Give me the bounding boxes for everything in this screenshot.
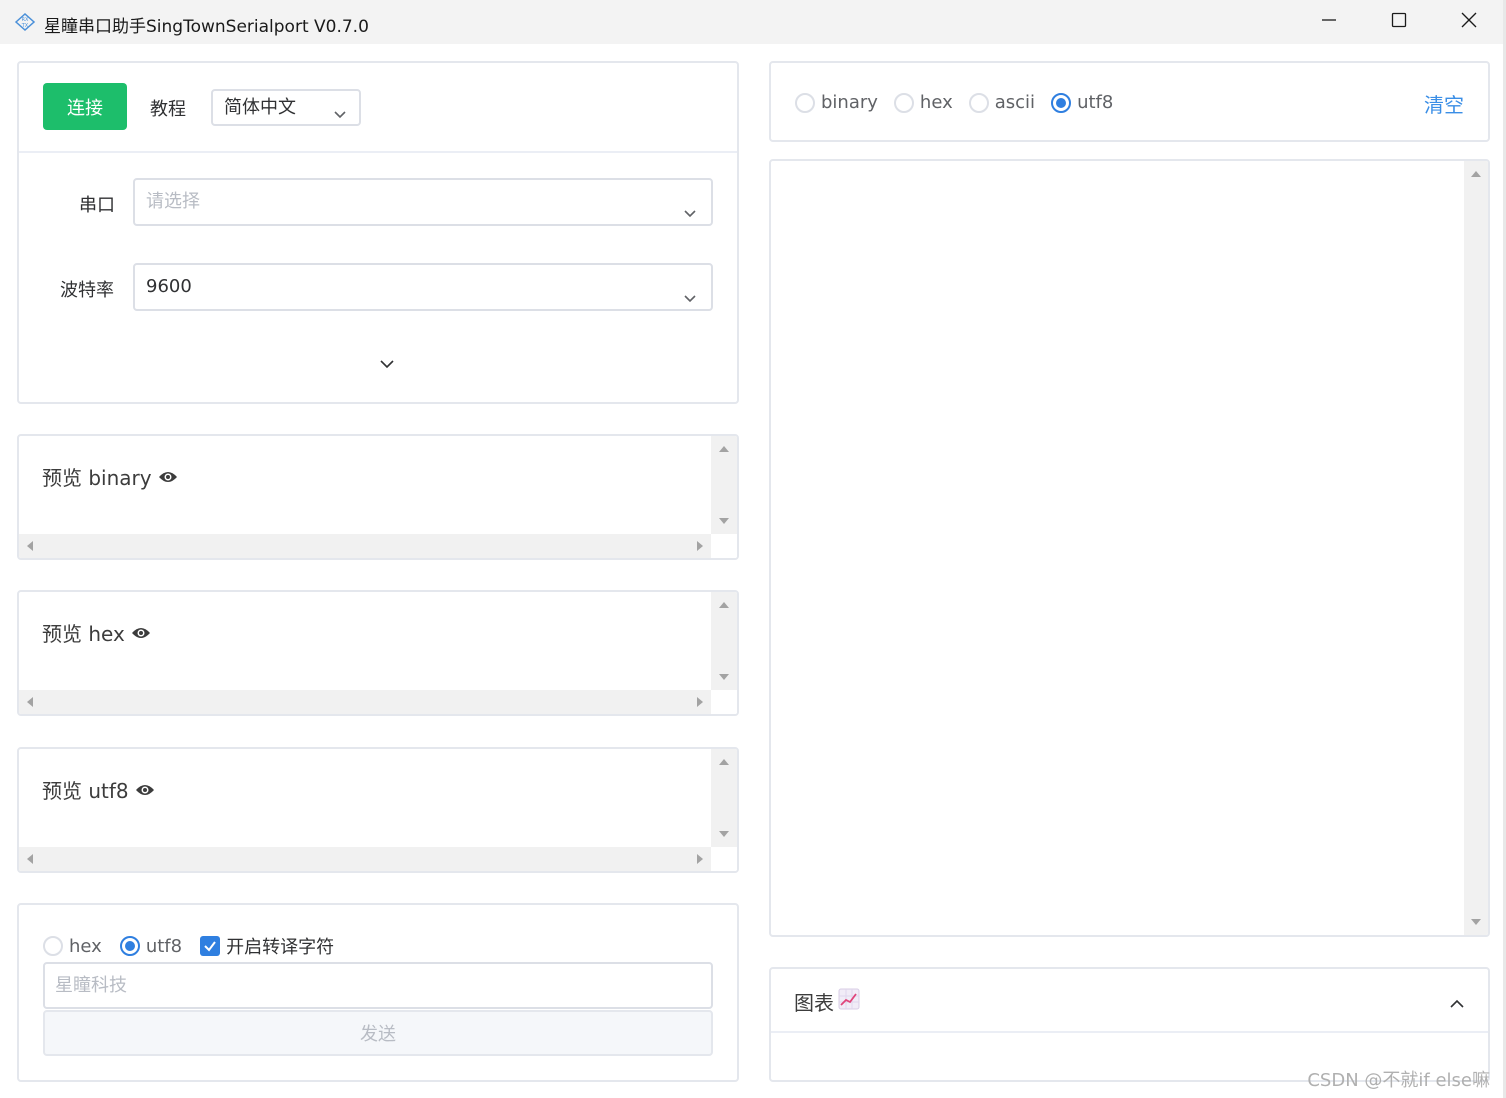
chart-panel: 图表 [769,967,1490,1082]
window-title: 星瞳串口助手SingTownSerialport V0.7.0 [44,17,369,37]
chevron-down-icon [683,194,697,238]
format-radio-hex[interactable]: hex [893,92,953,113]
minimize-button[interactable] [1294,0,1364,44]
radio-unchecked-icon [893,92,914,113]
preview-hex-panel: 预览 hex [17,590,739,716]
preview-binary-panel: 预览 binary [17,434,739,560]
format-radio-binary[interactable]: binary [795,92,878,113]
radio-unchecked-icon [795,92,815,113]
escape-chars-label: 开启转译字符 [226,937,335,958]
close-icon [1461,12,1477,32]
format-radio-utf8[interactable]: utf8 [1051,92,1113,113]
preview-hex-title: 预览 hex [42,618,151,647]
rx-tx-icon: RX TX [14,12,36,32]
port-select[interactable]: 请选择 [133,178,713,226]
scroll-down-icon[interactable] [719,518,729,524]
escape-chars-checkbox[interactable]: 开启转译字符 [200,933,334,959]
scroll-left-icon[interactable] [27,697,33,707]
expand-more-icon[interactable] [379,356,395,375]
send-radio-hex[interactable]: hex [43,936,102,957]
format-radio-utf8-label: utf8 [1077,92,1114,113]
chart-title: 图表 [794,987,860,1016]
language-select-value: 简体中文 [224,97,296,118]
svg-text:TX: TX [21,23,29,29]
scroll-up-icon[interactable] [719,759,729,765]
horizontal-scrollbar[interactable] [19,534,713,558]
radio-unchecked-icon [968,92,989,113]
maximize-button[interactable] [1364,0,1434,44]
send-options: hex utf8 开启转译字符 [43,933,334,959]
language-select[interactable]: 简体中文 [211,89,361,126]
chevron-up-icon [1450,995,1464,1014]
preview-hex-label: 预览 hex [42,622,125,646]
chart-collapse-header[interactable]: 图表 [771,969,1488,1033]
send-panel: hex utf8 开启转译字符 星瞳科技 发送 [17,903,739,1082]
connection-toolbar: 连接 教程 简体中文 [19,63,737,153]
clear-button[interactable]: 清空 [1424,89,1464,118]
format-radio-ascii[interactable]: ascii [968,92,1036,113]
close-button[interactable] [1434,0,1504,44]
scroll-up-icon[interactable] [719,446,729,452]
vertical-scrollbar[interactable] [711,749,737,847]
preview-binary-label: 预览 binary [42,466,152,490]
horizontal-scrollbar[interactable] [19,690,713,714]
checkbox-checked-icon [200,936,221,956]
preview-utf8-panel: 预览 utf8 [17,747,739,873]
scroll-down-icon[interactable] [719,831,729,837]
format-radio-hex-label: hex [919,92,953,113]
send-radio-utf8-label: utf8 [145,935,183,957]
scroll-down-icon[interactable] [719,674,729,680]
preview-utf8-title: 预览 utf8 [42,775,155,804]
vertical-scrollbar[interactable] [1464,161,1488,935]
scroll-left-icon[interactable] [27,541,33,551]
port-select-placeholder: 请选择 [146,191,200,212]
format-radio-ascii-label: ascii [994,92,1036,113]
minimize-icon [1321,12,1337,32]
watermark: CSDN @不就if else嘛 [1307,1070,1490,1091]
horizontal-scrollbar[interactable] [19,847,713,871]
vertical-scrollbar[interactable] [711,592,737,690]
title-bar: RX TX 星瞳串口助手SingTownSerialport V0.7.0 [0,0,1506,44]
chart-title-label: 图表 [794,991,834,1015]
app-client-area: 连接 教程 简体中文 串口 请选择 波特率 9600 预览 binary 预览 … [0,44,1506,1098]
chevron-down-icon [333,100,347,133]
port-label: 串口 [79,195,115,216]
preview-utf8-label: 预览 utf8 [42,779,129,803]
tutorial-link[interactable]: 教程 [150,95,186,121]
scroll-left-icon[interactable] [27,854,33,864]
scroll-right-icon[interactable] [697,854,703,864]
scroll-right-icon[interactable] [697,697,703,707]
chart-increasing-icon [838,988,860,1015]
receive-format-panel: binary hex ascii utf8 清空 [769,61,1490,142]
radio-unchecked-icon [43,936,63,956]
send-radio-hex-label: hex [69,935,102,957]
scroll-corner [711,690,737,714]
send-input[interactable]: 星瞳科技 [43,962,713,1009]
vertical-scrollbar[interactable] [711,436,737,534]
preview-binary-title: 预览 binary [42,462,178,491]
scroll-up-icon[interactable] [719,602,729,608]
send-radio-utf8[interactable]: utf8 [119,935,183,957]
baud-rate-label: 波特率 [60,280,114,301]
scroll-up-icon[interactable] [1471,171,1481,177]
baud-rate-value: 9600 [146,276,192,297]
connection-panel: 连接 教程 简体中文 串口 请选择 波特率 9600 [17,61,739,404]
scroll-corner [711,847,737,871]
radio-checked-icon [119,936,140,956]
format-radio-binary-label: binary [821,92,878,113]
scroll-corner [711,534,737,558]
scroll-down-icon[interactable] [1471,919,1481,925]
connect-button[interactable]: 连接 [43,83,127,130]
receive-output-area[interactable] [769,159,1490,937]
chevron-down-icon [683,279,697,323]
receive-format-options: binary hex ascii utf8 [795,92,1113,113]
maximize-icon [1391,12,1407,32]
scroll-right-icon[interactable] [697,541,703,551]
eye-icon[interactable] [135,778,155,802]
radio-checked-icon [1051,92,1072,113]
eye-icon[interactable] [131,621,151,645]
baud-rate-select[interactable]: 9600 [133,263,713,311]
eye-icon[interactable] [158,465,178,489]
send-button[interactable]: 发送 [43,1010,713,1056]
